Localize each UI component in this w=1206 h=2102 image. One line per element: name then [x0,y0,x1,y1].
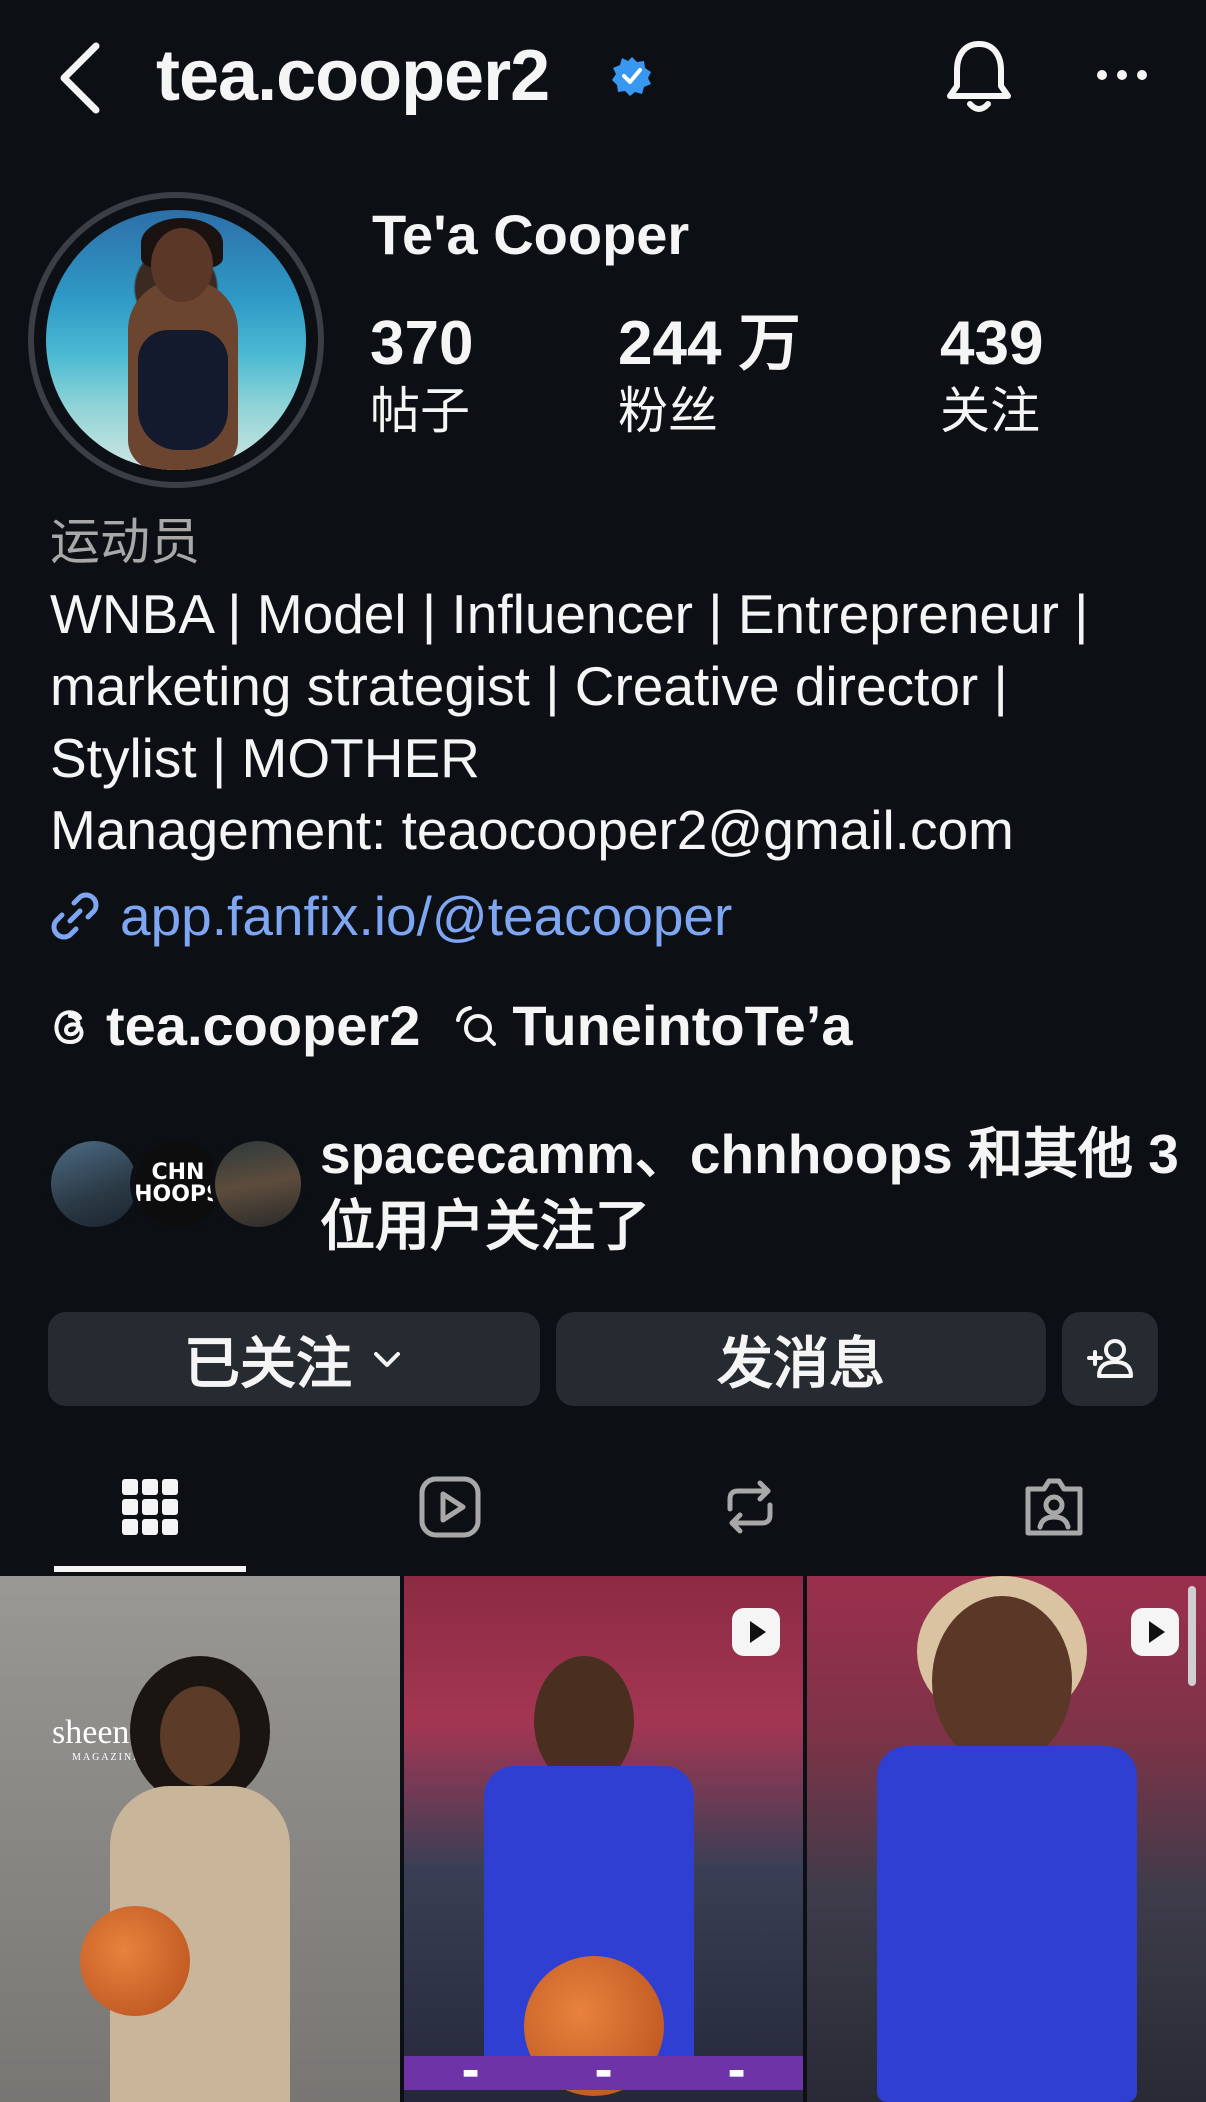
grid-icon [122,1479,178,1535]
profile-header: tea.cooper2 [0,0,1206,150]
verified-badge-icon [612,57,651,96]
bio-line: WNBA | Model | Influencer | Entrepreneur… [50,583,1089,645]
bio: WNBA | Model | Influencer | Entrepreneur… [50,578,1180,866]
posts-count: 370 [370,309,474,378]
message-button[interactable]: 发消息 [556,1312,1046,1406]
profile-link[interactable]: app.fanfix.io/@teacooper [48,880,732,952]
tab-posts-grid[interactable] [50,1440,250,1574]
score-overlay-segment: ▬ [727,2062,745,2083]
link-icon [51,892,99,940]
social-links: tea.cooper2 TuneintoTe’a [48,990,886,1062]
tagged-icon [1025,1478,1083,1536]
profile-link-text[interactable]: app.fanfix.io/@teacooper [120,880,732,952]
tab-reels[interactable] [350,1440,550,1574]
following-button-label: 已关注 [184,1331,352,1395]
posts-stat[interactable]: 370 帖子 [370,308,473,442]
followers-stat[interactable]: 244 万 粉丝 [618,308,801,442]
threads-icon [54,1010,84,1045]
bio-line: Stylist | MOTHER [50,727,480,789]
bio-email-line[interactable]: Management: teaocooper2@gmail.com [50,794,1180,866]
back-arrow-icon[interactable] [52,38,112,118]
chevron-down-icon [374,1352,400,1367]
following-button[interactable]: 已关注 [48,1312,540,1406]
suggested-users-button[interactable] [1062,1312,1158,1406]
broadcast-channel-icon [456,1006,497,1046]
reposts-icon [727,1480,773,1534]
reel-tile[interactable]: ▬ ▬ ▬ [404,1576,803,2102]
mutual-avatar [46,1136,142,1232]
channel-link[interactable]: TuneintoTe’a [454,990,852,1062]
message-button-label: 发消息 [717,1331,885,1395]
channel-name: TuneintoTe’a [512,994,853,1057]
mutual-followers[interactable]: CHN HOOPS spacecamm、chnhoops 和其他 3 位用户关注… [46,1118,1179,1268]
followers-count: 244 万 [618,309,801,378]
following-stat[interactable]: 439 关注 [940,308,1043,442]
mutual-followers-text: spacecamm、chnhoops 和其他 3 位用户关注了 [320,1123,1179,1257]
mutual-avatar-logo-text: CHN HOOPS [134,1160,222,1207]
reels-icon [419,1476,481,1538]
scrollbar[interactable] [1188,1586,1196,1686]
bio-line: marketing strategist | Creative director… [50,655,1008,717]
reel-indicator-icon [1131,1608,1179,1656]
mutual-avatar [210,1136,306,1232]
profile-tabs [0,1440,1206,1574]
reel-indicator-icon [732,1608,780,1656]
score-overlay: ▬ ▬ ▬ [404,2056,803,2090]
magazine-logo-subtext: MAGAZINE [72,1752,142,1763]
following-label: 关注 [940,383,1040,439]
threads-link[interactable]: tea.cooper2 [48,990,420,1062]
add-user-icon [1087,1339,1133,1378]
basketball [80,1906,190,2016]
magazine-logo-text: sheen [52,1714,130,1751]
magazine-logo: sheen MAGAZINE [52,1714,141,1763]
score-overlay-segment: ▬ [594,2062,612,2083]
display-name: Te'a Cooper [372,203,690,266]
tab-tagged[interactable] [954,1440,1154,1574]
score-overlay-segment: ▬ [461,2062,479,2083]
reel-tile[interactable] [807,1576,1206,2102]
post-subject-face [160,1686,240,1786]
threads-handle: tea.cooper2 [106,994,421,1057]
posts-grid: sheen MAGAZINE ▬ ▬ ▬ [0,1576,1206,2102]
following-count: 439 [940,309,1044,378]
tab-reposts[interactable] [650,1440,850,1574]
active-tab-indicator [54,1566,246,1572]
followers-label: 粉丝 [618,383,718,439]
posts-label: 帖子 [370,383,470,439]
more-icon[interactable] [1096,60,1148,90]
player-jersey [877,1746,1137,2102]
bell-icon[interactable] [944,38,1014,114]
avatar[interactable] [46,210,306,470]
post-subject-face [932,1596,1072,1766]
post-tile[interactable]: sheen MAGAZINE [0,1576,400,2102]
avatar-face [151,228,213,302]
profile-category: 运动员 [50,514,200,570]
header-username: tea.cooper2 [156,36,550,116]
avatar-swimsuit [138,330,228,450]
